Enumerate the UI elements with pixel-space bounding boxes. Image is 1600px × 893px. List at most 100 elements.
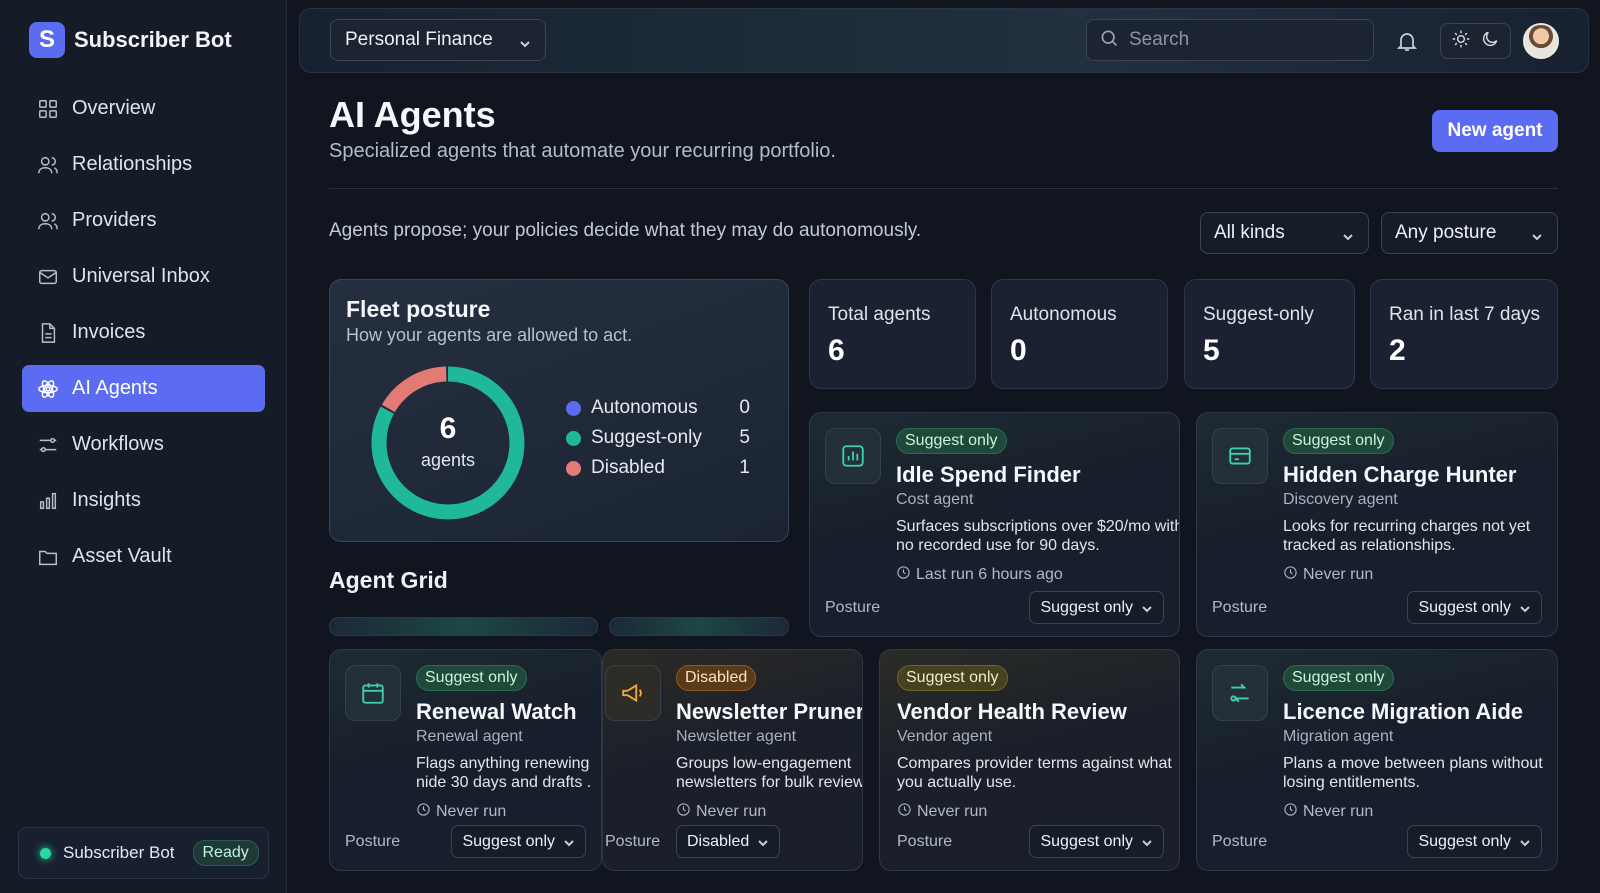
agent-title[interactable]: Renewal Watch [416,699,577,725]
legend-value: 5 [739,427,750,448]
chevron-down-icon [757,836,769,848]
fleet-posture-card: Fleet posture How your agents are allowe… [329,279,789,542]
agent-card-newsletter-pruner[interactable]: Disabled Newsletter Pruner Newsletter ag… [602,649,863,871]
agent-title[interactable]: Newsletter Pruner [676,699,862,725]
agent-grid-title: Agent Grid [329,567,448,593]
sidebar-item-label: Overview [72,97,156,119]
search-input[interactable] [1129,29,1349,51]
sidebar-item-overview[interactable]: Overview [22,85,265,132]
document-icon [37,322,59,344]
clock-icon [1283,565,1298,585]
agent-card-idle-spend-finder[interactable]: Suggest only Idle Spend Finder Cost agen… [809,412,1180,637]
project-select[interactable]: Personal Finance [330,19,546,61]
search-icon [1099,28,1119,53]
last-run: Never run [1283,802,1373,822]
posture-select[interactable]: Suggest only [1029,825,1164,858]
sidebar-item-asset-vault[interactable]: Asset Vault [22,533,265,580]
moon-icon[interactable] [1480,29,1500,54]
sidebar-nav: Overview Relationships Providers Univers… [22,85,265,589]
posture-select[interactable]: Disabled [676,825,781,858]
agent-description: Surfaces subscriptions over $20/mo with … [896,518,1180,554]
sidebar-item-label: Providers [72,209,157,231]
status-dot [40,847,51,859]
status-badge: Disabled [676,665,757,691]
fleet-subtitle: How your agents are allowed to act. [346,325,633,345]
bot-status[interactable]: Subscriber Bot Ready [18,827,269,879]
theme-toggle[interactable] [1440,23,1511,59]
grid-tab[interactable] [329,617,598,636]
sidebar-item-ai-agents[interactable]: AI Agents [22,365,265,412]
avatar[interactable] [1523,23,1559,59]
agent-kind: Newsletter agent [676,728,797,745]
posture-select[interactable]: Suggest only [1407,825,1542,858]
kind-filter[interactable]: All kinds [1200,212,1369,254]
last-run-text: Never run [1303,803,1374,820]
sidebar-item-workflows[interactable]: Workflows [22,421,265,468]
last-run: Never run [676,802,766,822]
agent-title[interactable]: Licence Migration Aide [1283,699,1523,725]
agent-title[interactable]: Hidden Charge Hunter [1283,462,1516,488]
chevron-down-icon [1141,602,1153,614]
sidebar-item-label: Invoices [72,321,146,343]
status-badge: Suggest only [897,665,1008,691]
sidebar-item-providers[interactable]: Providers [22,197,265,244]
agent-title[interactable]: Idle Spend Finder [896,462,1081,488]
posture-legend: Autonomous 0 Suggest-only 5 Disabled 1 [566,393,750,483]
status-badge: Suggest only [1283,428,1394,454]
stat-value: 2 [1389,334,1406,367]
agent-card-vendor-health-review[interactable]: Suggest only Vendor Health Review Vendor… [879,649,1180,871]
legend-swatch [566,460,581,476]
grid-tab[interactable] [609,617,789,636]
posture-label: Posture [605,833,661,850]
sidebar: S Subscriber Bot Overview Relationships … [0,0,287,893]
sidebar-item-label: Insights [72,489,141,511]
chevron-down-icon [1519,836,1531,848]
kind-filter-value: All kinds [1214,222,1285,243]
agent-title[interactable]: Vendor Health Review [897,699,1127,725]
sidebar-item-invoices[interactable]: Invoices [22,309,265,356]
posture-select[interactable]: Suggest only [451,825,586,858]
status-badge: Suggest only [1283,665,1394,691]
posture-select[interactable]: Suggest only [1029,591,1164,624]
brand[interactable]: S Subscriber Bot [29,22,232,58]
agent-card-licence-migration-aide[interactable]: Suggest only Licence Migration Aide Migr… [1196,649,1558,871]
users-icon [37,210,59,232]
posture-select[interactable]: Suggest only [1407,591,1542,624]
stat-suggest-only: Suggest-only 5 [1184,279,1355,389]
chevron-down-icon [519,34,531,48]
chevron-down-icon [563,836,575,848]
posture-select-value: Disabled [687,832,750,850]
status-badge: Ready [192,840,259,866]
stat-label: Total agents [828,304,931,325]
posture-filter[interactable]: Any posture [1381,212,1558,254]
folder-icon [37,546,59,568]
agent-card-renewal-watch[interactable]: Suggest only Renewal Watch Renewal agent… [329,649,602,871]
page-subtitle: Specialized agents that automate your re… [329,140,836,162]
last-run-text: Never run [917,803,988,820]
agent-description: Plans a move between plans without losin… [1283,755,1543,791]
sidebar-item-universal-inbox[interactable]: Universal Inbox [22,253,265,300]
status-badge: Suggest only [416,665,527,691]
sidebar-item-label: Relationships [72,153,193,175]
bot-name: Subscriber Bot [63,843,175,862]
stat-total-agents: Total agents 6 [809,279,976,389]
posture-select-value: Suggest only [462,832,555,850]
status-badge: Suggest only [896,428,1007,454]
posture-label: Posture [345,833,401,850]
agent-kind: Renewal agent [416,728,523,745]
sliders-icon [37,434,59,456]
agent-description: Groups low-engagement newsletters for bu… [676,755,863,791]
bell-icon[interactable] [1395,29,1419,53]
brand-logo: S [29,22,65,58]
agent-kind: Vendor agent [897,728,993,745]
sidebar-item-insights[interactable]: Insights [22,477,265,524]
topbar: Personal Finance [299,8,1589,73]
legend-item: Suggest-only 5 [566,423,750,453]
agent-card-hidden-charge-hunter[interactable]: Suggest only Hidden Charge Hunter Discov… [1196,412,1558,637]
sidebar-item-relationships[interactable]: Relationships [22,141,265,188]
new-agent-button[interactable]: New agent [1432,110,1558,152]
sun-icon[interactable] [1451,29,1471,54]
credit-card-icon [1212,428,1268,484]
megaphone-icon [605,665,661,721]
legend-item: Autonomous 0 [566,393,750,423]
